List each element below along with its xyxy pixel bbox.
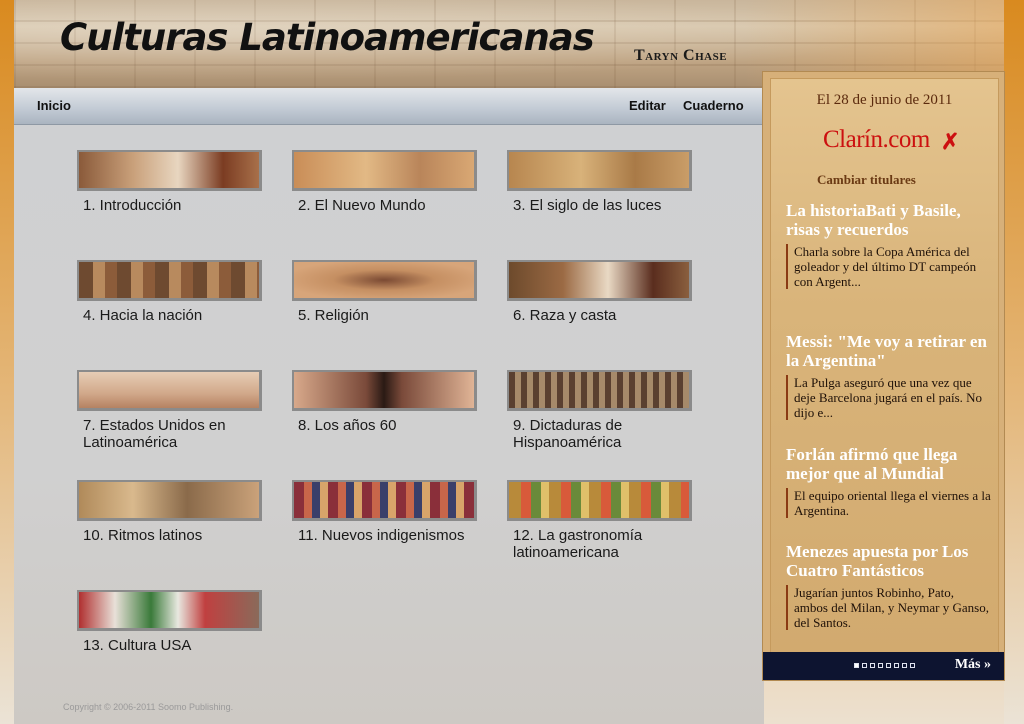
chapter-card-13[interactable]: 13. Cultura USA	[77, 590, 262, 654]
chapter-card-5[interactable]: 5. Religión	[292, 260, 477, 324]
news-story: Menezes apuesta por Los Cuatro Fantástic…	[786, 542, 991, 630]
news-panel: El 28 de junio de 2011 Clarín.com ✗ Camb…	[770, 78, 999, 653]
chapter-thumbnail[interactable]	[507, 260, 692, 301]
chapter-label[interactable]: 5. Religión	[292, 307, 472, 324]
chapter-label[interactable]: 6. Raza y casta	[507, 307, 687, 324]
chapter-thumbnail[interactable]	[77, 260, 262, 301]
chapter-label[interactable]: 12. La gastronomía latinoamericana	[507, 527, 687, 561]
news-widget: El 28 de junio de 2011 Clarín.com ✗ Camb…	[762, 71, 1005, 681]
news-story: Forlán afirmó que llega mejor que al Mun…	[786, 445, 991, 518]
news-story: La historiaBati y Basile, risas y recuer…	[786, 201, 991, 289]
main-content: Inicio Editar Cuaderno 1. Introducción 2…	[14, 88, 764, 724]
chapter-card-3[interactable]: 3. El siglo de las luces	[507, 150, 692, 214]
nav-home-link[interactable]: Inicio	[37, 98, 71, 113]
news-story-title[interactable]: Messi: "Me voy a retirar en la Argentina…	[786, 332, 991, 370]
chapter-thumbnail[interactable]	[292, 370, 477, 411]
news-page-dot[interactable]	[902, 663, 907, 668]
top-nav: Inicio Editar Cuaderno	[14, 88, 764, 125]
news-page-dot[interactable]	[878, 663, 883, 668]
more-news-link[interactable]: Más »	[955, 657, 991, 673]
news-page-dot[interactable]	[862, 663, 867, 668]
chapter-card-11[interactable]: 11. Nuevos indigenismos	[292, 480, 477, 544]
news-page-dot[interactable]	[894, 663, 899, 668]
page-frame-right	[1004, 0, 1024, 724]
site-title: Culturas Latinoamericanas	[60, 16, 595, 59]
chapter-card-4[interactable]: 4. Hacia la nación	[77, 260, 262, 324]
nav-notebook-link[interactable]: Cuaderno	[683, 98, 744, 113]
chapter-thumbnail[interactable]	[292, 480, 477, 521]
chapter-label[interactable]: 10. Ritmos latinos	[77, 527, 257, 544]
chapter-thumbnail[interactable]	[77, 370, 262, 411]
news-story-title[interactable]: Forlán afirmó que llega mejor que al Mun…	[786, 445, 991, 483]
news-story: Messi: "Me voy a retirar en la Argentina…	[786, 332, 991, 420]
news-story-title[interactable]: La historiaBati y Basile, risas y recuer…	[786, 201, 991, 239]
chapter-card-1[interactable]: 1. Introducción	[77, 150, 262, 214]
chapter-label[interactable]: 9. Dictaduras de Hispanoamérica	[507, 417, 687, 451]
chapter-card-6[interactable]: 6. Raza y casta	[507, 260, 692, 324]
chapter-card-12[interactable]: 12. La gastronomía latinoamericana	[507, 480, 692, 561]
news-page-dot[interactable]	[854, 663, 859, 668]
chapter-thumbnail[interactable]	[77, 480, 262, 521]
news-page-dot[interactable]	[910, 663, 915, 668]
chapter-card-8[interactable]: 8. Los años 60	[292, 370, 477, 434]
chapter-card-9[interactable]: 9. Dictaduras de Hispanoamérica	[507, 370, 692, 451]
chapter-thumbnail[interactable]	[77, 150, 262, 191]
news-page-dot[interactable]	[886, 663, 891, 668]
news-story-title[interactable]: Menezes apuesta por Los Cuatro Fantástic…	[786, 542, 991, 580]
clarin-logo-icon: ✗	[941, 129, 960, 154]
chapter-thumbnail[interactable]	[292, 260, 477, 301]
news-page-dot[interactable]	[870, 663, 875, 668]
chapter-label[interactable]: 7. Estados Unidos en Latinoamérica	[77, 417, 257, 451]
chapter-card-2[interactable]: 2. El Nuevo Mundo	[292, 150, 477, 214]
chapter-thumbnail[interactable]	[507, 370, 692, 411]
copyright-text: Copyright © 2006-2011 Soomo Publishing.	[63, 702, 234, 712]
news-footer: Más »	[763, 652, 1004, 680]
chapter-card-7[interactable]: 7. Estados Unidos en Latinoamérica	[77, 370, 262, 451]
news-story-desc: El equipo oriental llega el viernes a la…	[786, 488, 991, 518]
change-headlines-link[interactable]: Cambiar titulares	[817, 172, 916, 188]
chapter-card-10[interactable]: 10. Ritmos latinos	[77, 480, 262, 544]
news-story-desc: La Pulga aseguró que una vez que deje Ba…	[786, 375, 991, 420]
nav-edit-link[interactable]: Editar	[629, 98, 666, 113]
chapter-label[interactable]: 3. El siglo de las luces	[507, 197, 687, 214]
chapter-label[interactable]: 8. Los años 60	[292, 417, 472, 434]
news-story-desc: Jugarían juntos Robinho, Pato, ambos del…	[786, 585, 991, 630]
news-story-desc: Charla sobre la Copa América del goleado…	[786, 244, 991, 289]
chapter-thumbnail[interactable]	[507, 150, 692, 191]
chapter-label[interactable]: 2. El Nuevo Mundo	[292, 197, 472, 214]
news-pagination	[854, 663, 915, 668]
user-name: Taryn Chase	[634, 47, 728, 64]
chapter-label[interactable]: 1. Introducción	[77, 197, 257, 214]
page-frame-left	[0, 0, 14, 724]
chapter-thumbnail[interactable]	[292, 150, 477, 191]
news-date: El 28 de junio de 2011	[816, 92, 953, 108]
chapter-label[interactable]: 11. Nuevos indigenismos	[292, 527, 472, 544]
chapter-label[interactable]: 4. Hacia la nación	[77, 307, 257, 324]
chapter-thumbnail[interactable]	[507, 480, 692, 521]
chapter-thumbnail[interactable]	[77, 590, 262, 631]
clarin-logo[interactable]: Clarín.com	[823, 126, 930, 154]
chapter-label[interactable]: 13. Cultura USA	[77, 637, 257, 654]
